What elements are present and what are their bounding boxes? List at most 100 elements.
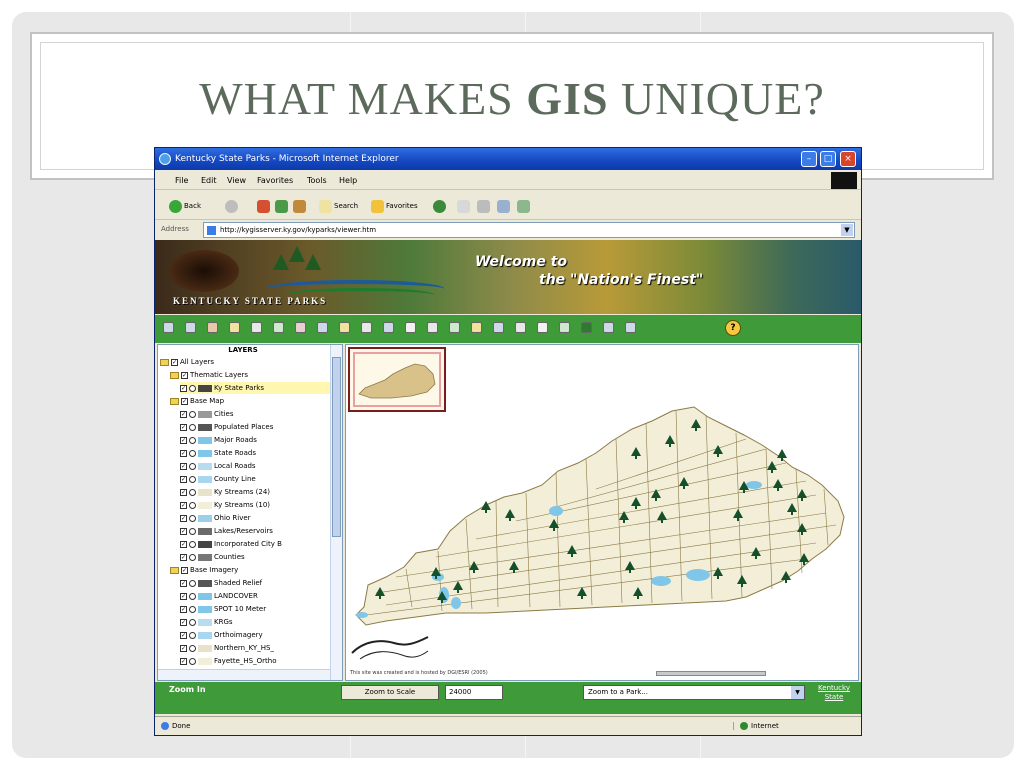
layer-item[interactable]: ✓ Northern_KY_HS_ xyxy=(180,642,330,654)
layer-active-radio[interactable] xyxy=(189,657,196,665)
menu-edit[interactable]: Edit xyxy=(201,176,217,185)
forward-button[interactable] xyxy=(225,198,238,214)
layer-item[interactable]: ✓ Cities xyxy=(180,408,330,420)
layers-scrollbar[interactable] xyxy=(330,345,342,680)
layer-visible-checkbox[interactable]: ✓ xyxy=(180,501,187,509)
back-extent-icon[interactable] xyxy=(317,322,328,333)
refresh-button[interactable] xyxy=(275,198,288,214)
layer-active-radio[interactable] xyxy=(189,553,196,561)
layer-item[interactable]: ✓ Lakes/Reservoirs xyxy=(180,525,330,537)
overview-map[interactable] xyxy=(348,347,446,412)
layer-active-radio[interactable] xyxy=(189,436,196,444)
pan-icon[interactable] xyxy=(207,322,218,333)
identify-icon[interactable] xyxy=(229,322,240,333)
layer-item[interactable]: ✓ Ohio River xyxy=(180,512,330,524)
hyperlink-icon[interactable] xyxy=(515,322,526,333)
layer-item[interactable]: ✓ Incorporated City B xyxy=(180,538,330,550)
layer-checkbox[interactable]: ✓ xyxy=(181,371,188,379)
layer-checkbox[interactable]: ✓ xyxy=(171,358,178,366)
layer-active-radio[interactable] xyxy=(189,644,196,652)
layer-group[interactable]: ✓ Thematic Layers xyxy=(170,369,330,381)
layers-hscrollbar[interactable] xyxy=(158,669,330,680)
scroll-thumb[interactable] xyxy=(332,357,341,537)
search-button[interactable]: Search xyxy=(319,198,358,214)
back-button[interactable]: Back xyxy=(169,198,201,214)
layer-item[interactable]: ✓ Fayette_HS_Ortho xyxy=(180,655,330,667)
layer-group[interactable]: ✓ Base Imagery xyxy=(170,564,330,576)
layer-active-radio[interactable] xyxy=(189,410,196,418)
layer-visible-checkbox[interactable]: ✓ xyxy=(180,488,187,496)
mail-button[interactable] xyxy=(457,198,470,214)
menu-view[interactable]: View xyxy=(227,176,246,185)
scale-input[interactable]: 24000 xyxy=(445,685,503,700)
zoom-to-scale-button[interactable]: Zoom to Scale xyxy=(341,685,439,700)
layer-active-radio[interactable] xyxy=(189,579,196,587)
layer-group[interactable]: ✓ All Layers xyxy=(160,356,330,368)
layer-visible-checkbox[interactable]: ✓ xyxy=(180,644,187,652)
layer-item[interactable]: ✓ LANDCOVER xyxy=(180,590,330,602)
layer-visible-checkbox[interactable]: ✓ xyxy=(180,449,187,457)
layer-active-radio[interactable] xyxy=(189,449,196,457)
edit-button[interactable] xyxy=(497,198,510,214)
address-input[interactable]: http://kygisserver.ky.gov/kyparks/viewer… xyxy=(203,222,855,238)
tree-icon[interactable] xyxy=(581,322,592,333)
layer-item[interactable]: ✓ KRGs xyxy=(180,616,330,628)
menu-tools[interactable]: Tools xyxy=(307,176,327,185)
favorites-button[interactable]: Favorites xyxy=(371,198,418,214)
layer-visible-checkbox[interactable]: ✓ xyxy=(180,553,187,561)
layer-active-radio[interactable] xyxy=(189,540,196,548)
layer-visible-checkbox[interactable]: ✓ xyxy=(180,631,187,639)
find-icon[interactable] xyxy=(361,322,372,333)
close-button[interactable]: × xyxy=(840,151,856,167)
layer-active-radio[interactable] xyxy=(189,384,196,392)
layer-visible-checkbox[interactable]: ✓ xyxy=(180,423,187,431)
layer-visible-checkbox[interactable]: ✓ xyxy=(180,605,187,613)
layer-visible-checkbox[interactable]: ✓ xyxy=(180,618,187,626)
layer-item[interactable]: ✓ Orthoimagery xyxy=(180,629,330,641)
layer-visible-checkbox[interactable]: ✓ xyxy=(180,657,187,665)
stop-button[interactable] xyxy=(257,198,270,214)
layer-visible-checkbox[interactable]: ✓ xyxy=(180,475,187,483)
layer-visible-checkbox[interactable]: ✓ xyxy=(180,592,187,600)
layer-item[interactable]: ✓ Counties xyxy=(180,551,330,563)
layer-active-radio[interactable] xyxy=(189,514,196,522)
zoom-out-icon[interactable] xyxy=(185,322,196,333)
layer-visible-checkbox[interactable]: ✓ xyxy=(180,436,187,444)
maximize-button[interactable]: □ xyxy=(820,151,836,167)
select-icon[interactable] xyxy=(273,322,284,333)
layer-visible-checkbox[interactable]: ✓ xyxy=(180,514,187,522)
layer-checkbox[interactable]: ✓ xyxy=(181,566,188,574)
layer-active-radio[interactable] xyxy=(189,462,196,470)
menu-file[interactable]: File xyxy=(175,176,188,185)
overview-icon[interactable] xyxy=(493,322,504,333)
layer-checkbox[interactable]: ✓ xyxy=(181,397,188,405)
minimize-button[interactable]: – xyxy=(801,151,817,167)
query-icon[interactable] xyxy=(339,322,350,333)
zoom-in-icon[interactable] xyxy=(163,322,174,333)
layer-visible-checkbox[interactable]: ✓ xyxy=(180,579,187,587)
layer-active-radio[interactable] xyxy=(189,423,196,431)
layer-active-radio[interactable] xyxy=(189,475,196,483)
full-extent-icon[interactable] xyxy=(295,322,306,333)
layer-item[interactable]: ✓ County Line xyxy=(180,473,330,485)
layer-visible-checkbox[interactable]: ✓ xyxy=(180,540,187,548)
layer-icon[interactable] xyxy=(471,322,482,333)
menu-help[interactable]: Help xyxy=(339,176,357,185)
home-button[interactable] xyxy=(293,198,306,214)
layer-active-radio[interactable] xyxy=(189,501,196,509)
layer-active-radio[interactable] xyxy=(189,527,196,535)
layer-item[interactable]: ✓ Local Roads xyxy=(180,460,330,472)
layer-active-radio[interactable] xyxy=(189,618,196,626)
layer-group[interactable]: ✓ Base Map xyxy=(170,395,330,407)
layer-visible-checkbox[interactable]: ✓ xyxy=(180,384,187,392)
layer-item[interactable]: ✓ Ky Streams (24) xyxy=(180,486,330,498)
measure-icon[interactable] xyxy=(251,322,262,333)
refresh-icon[interactable] xyxy=(559,322,570,333)
buffer-icon[interactable] xyxy=(383,322,394,333)
help-icon[interactable]: ? xyxy=(725,320,741,336)
layer-active-radio[interactable] xyxy=(189,592,196,600)
layer-active-radio[interactable] xyxy=(189,605,196,613)
map-scrollbar[interactable] xyxy=(656,671,766,676)
messenger-button[interactable] xyxy=(517,198,530,214)
kentucky-state-link[interactable]: Kentucky State xyxy=(809,684,859,702)
